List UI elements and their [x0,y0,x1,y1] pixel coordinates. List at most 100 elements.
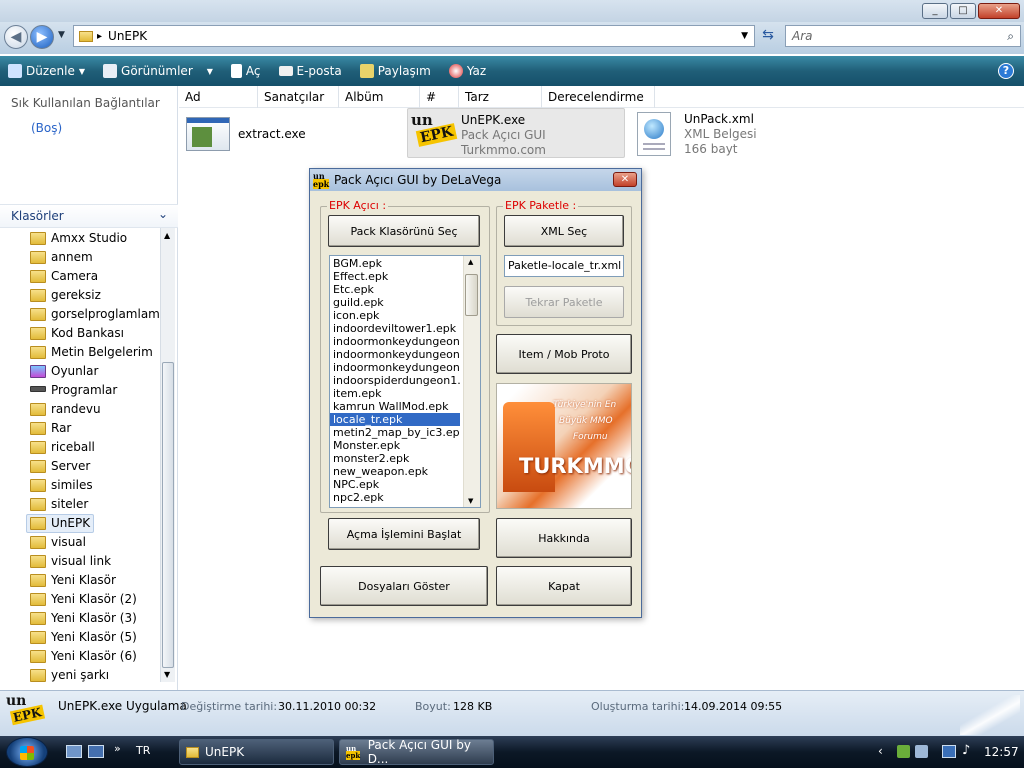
list-item[interactable]: indoormonkeydungeon3.epk [330,361,460,374]
list-scrollbar[interactable]: ▲ ▼ [463,256,480,507]
tray-device-icon[interactable] [915,745,928,758]
about-button[interactable]: Hakkında [496,518,632,558]
list-item[interactable]: indoorspiderdungeon1.epk [330,374,460,387]
address-dropdown-icon[interactable]: ▼ [741,31,748,41]
start-extract-button[interactable]: Açma İşlemini Başlat [328,518,480,550]
maximize-button[interactable]: □ [950,3,976,19]
list-item[interactable]: icon.epk [330,309,460,322]
xml-filename-input[interactable]: Paketle-locale_tr.xml [504,255,624,277]
tree-item[interactable]: gorselproglamlama [51,307,167,321]
show-desktop-icon[interactable] [66,745,82,758]
email-button[interactable]: E-posta [278,59,342,83]
scroll-down-icon[interactable]: ▼ [468,497,473,505]
taskbar-button-pack-acici[interactable]: un epk Pack Açıcı GUI by D... [339,738,494,766]
tree-item[interactable]: Oyunlar [51,364,98,378]
help-icon[interactable]: ? [998,63,1014,79]
clock[interactable]: 12:57 [984,745,1019,759]
list-item[interactable]: Etc.epk [330,283,460,296]
tree-item[interactable]: Programlar [51,383,117,397]
item-mob-proto-button[interactable]: Item / Mob Proto [496,334,632,374]
scroll-down-icon[interactable]: ▼ [164,670,170,679]
turkmmo-banner[interactable]: Türkiye'nin En Büyük MMO Forumu TURKMMO [496,383,632,509]
file-item-unepk[interactable]: un EPK UnEPK.exe Pack Açıcı GUI Turkmmo.… [407,108,625,158]
tree-item[interactable]: Rar [51,421,71,435]
list-item[interactable]: guild.epk [330,296,460,309]
list-item[interactable]: npc2.epk [330,491,460,504]
tree-item[interactable]: Yeni Klasör (2) [51,592,137,606]
tree-item[interactable]: visual [51,535,86,549]
tree-item[interactable]: annem [51,250,93,264]
volume-icon[interactable]: ♪ [962,743,970,758]
search-icon[interactable]: ⌕ [1007,29,1014,44]
quick-launch-more[interactable]: » [114,742,121,755]
list-item[interactable]: item.epk [330,387,460,400]
xml-select-button[interactable]: XML Seç [504,215,624,247]
search-input[interactable]: Ara ⌕ [785,25,1021,47]
tree-item[interactable]: riceball [51,440,95,454]
switch-windows-icon[interactable] [88,745,104,758]
share-button[interactable]: Paylaşım [359,59,431,83]
burn-button[interactable]: Yaz [448,59,486,83]
chevron-down-icon[interactable]: ⌄ [158,207,168,221]
address-bar[interactable]: ▸ UnEPK ▼ [73,25,755,47]
network-icon[interactable] [942,745,956,758]
tree-item[interactable]: Yeni Klasör [51,573,116,587]
dialog-titlebar[interactable]: un epk Pack Açıcı GUI by DeLaVega [310,169,641,191]
show-files-button[interactable]: Dosyaları Göster [320,566,488,606]
tray-expand-icon[interactable]: ‹ [878,744,883,758]
scrollbar-thumb[interactable] [162,362,174,668]
list-item[interactable]: kamrun WallMod.epk [330,400,460,413]
language-indicator[interactable]: TR [136,744,150,757]
path-separator[interactable]: ▸ [97,31,102,42]
start-button[interactable] [6,737,48,767]
tree-item[interactable]: similes [51,478,93,492]
close-window-button[interactable]: ✕ [978,3,1020,19]
list-item-selected[interactable]: locale_tr.epk [330,413,460,426]
tree-scrollbar[interactable]: ▲ ▼ [160,228,175,682]
tree-item[interactable]: visual link [51,554,111,568]
tree-item[interactable]: Server [51,459,90,473]
tree-item[interactable]: siteler [51,497,88,511]
list-item[interactable]: Monster.epk [330,439,460,452]
tree-item[interactable]: Metin Belgelerim [51,345,153,359]
list-item[interactable]: metin2_map_by_ic3.epk [330,426,460,439]
close-dialog-button[interactable]: Kapat [496,566,632,606]
tray-security-icon[interactable] [897,745,910,758]
back-button[interactable]: ◀ [4,25,28,49]
tree-item[interactable]: gereksiz [51,288,101,302]
views-button[interactable]: Görünümler ▼ [103,59,213,83]
list-item[interactable]: indoormonkeydungeon1.epk [330,335,460,348]
tree-item[interactable]: randevu [51,402,101,416]
column-rating[interactable]: Derecelendirme [542,86,655,108]
open-button[interactable]: Aç [230,59,261,83]
list-item[interactable]: BGM.epk [330,257,460,270]
tree-item[interactable]: Camera [51,269,98,283]
file-item-extract[interactable]: extract.exe [185,114,325,154]
dialog-close-button[interactable]: ✕ [613,172,637,187]
taskbar-button-unepk[interactable]: UnEPK [179,739,334,765]
list-item[interactable]: Effect.epk [330,270,460,283]
scroll-up-icon[interactable]: ▲ [468,258,473,266]
minimize-button[interactable]: _ [922,3,948,19]
list-item[interactable]: new_weapon.epk [330,465,460,478]
file-item-unpack-xml[interactable]: UnPack.xml XML Belgesi 166 bayt [635,110,795,160]
scroll-up-icon[interactable]: ▲ [164,231,170,240]
tree-item[interactable]: Amxx Studio [51,231,127,245]
history-dropdown-icon[interactable]: ▼ [58,30,65,40]
tree-item[interactable]: Yeni Klasör (3) [51,611,137,625]
list-item[interactable]: monster2.epk [330,452,460,465]
column-artists[interactable]: Sanatçılar [258,86,339,108]
tree-item[interactable]: Yeni Klasör (5) [51,630,137,644]
tree-item[interactable]: yeni şarkı [51,668,109,682]
epk-file-list[interactable]: BGM.epk Effect.epk Etc.epk guild.epk ico… [329,255,481,508]
repack-button[interactable]: Tekrar Paketle [504,286,624,318]
column-number[interactable]: # [420,86,459,108]
folders-header[interactable]: Klasörler ⌄ [0,204,178,228]
list-item[interactable]: indoordeviltower1.epk [330,322,460,335]
tree-item-unepk[interactable]: UnEPK [51,516,90,530]
column-album[interactable]: Albüm [339,86,420,108]
column-name[interactable]: Ad [179,86,258,108]
refresh-icon[interactable]: ⇆ [757,27,779,45]
select-pack-folder-button[interactable]: Pack Klasörünü Seç [328,215,480,247]
tree-item[interactable]: Kod Bankası [51,326,124,340]
